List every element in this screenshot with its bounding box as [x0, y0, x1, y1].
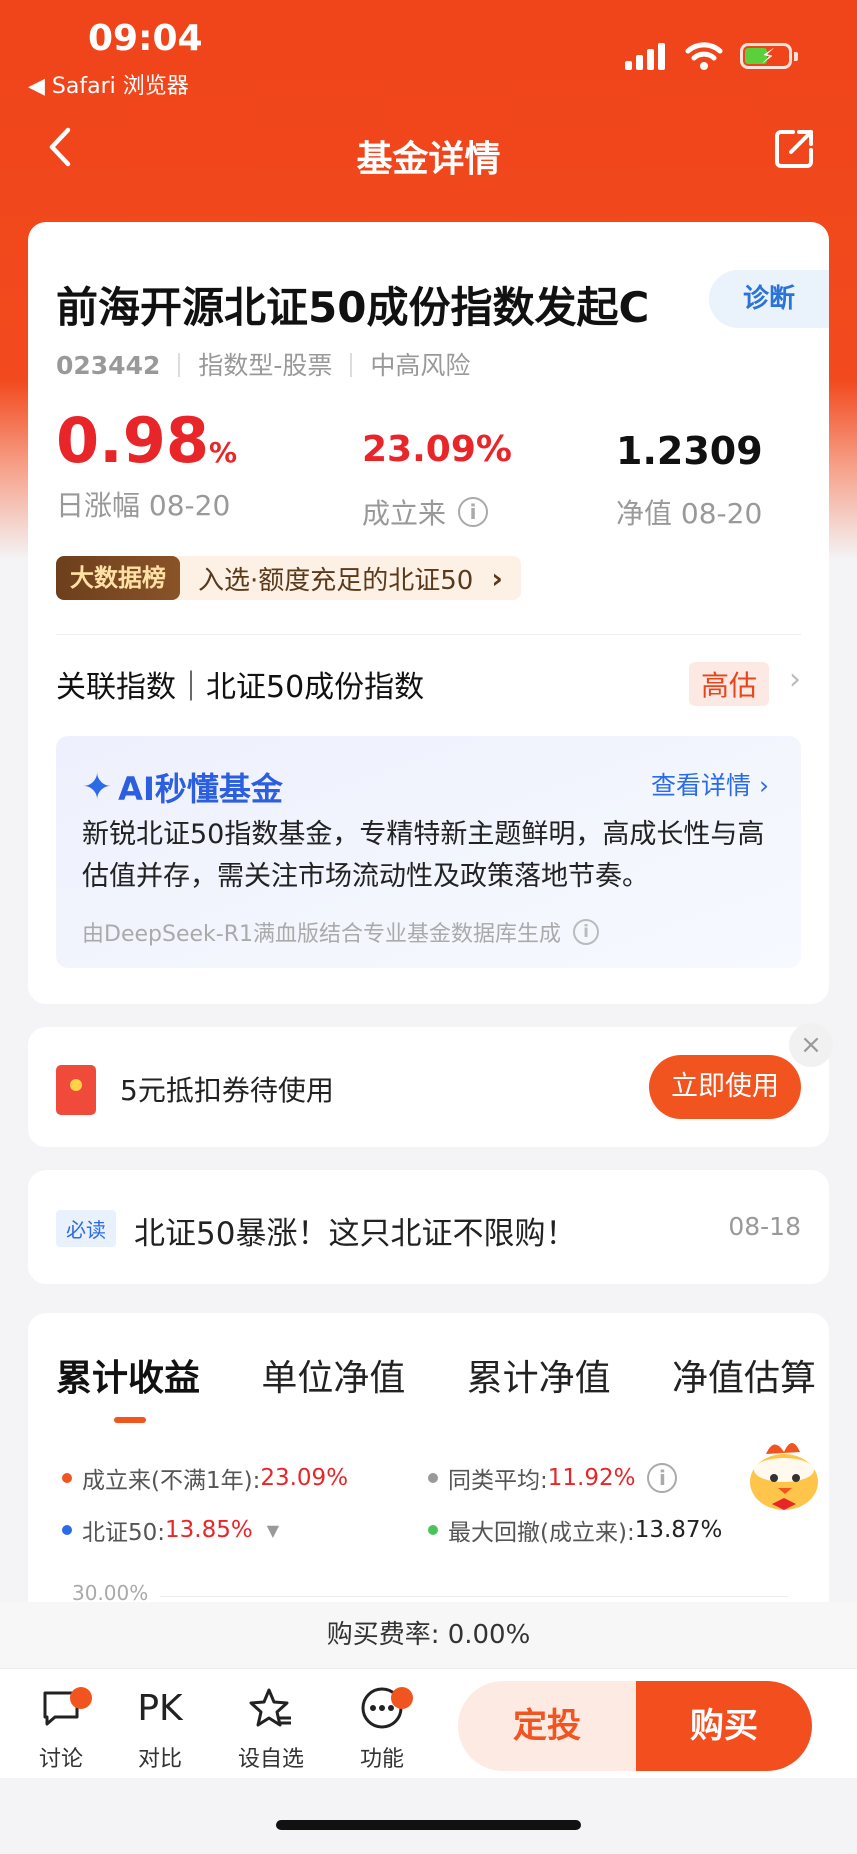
diagnose-button[interactable]: 诊断: [709, 270, 829, 328]
red-packet-icon: [56, 1065, 96, 1115]
legend-peer-label: 同类平均:: [448, 1468, 548, 1494]
tab-cumulative-nav[interactable]: 累计净值: [467, 1349, 611, 1401]
ai-footnote: 由DeepSeek-R1满血版结合专业基金数据库生成 i: [82, 916, 599, 948]
fund-risk: 中高风险: [370, 351, 471, 380]
legend-drawdown-label: 最大回撤(成立来):: [448, 1520, 635, 1546]
tab-cumulative-return[interactable]: 累计收益: [56, 1349, 200, 1423]
legend-peer: 同类平均: 11.92% i: [428, 1461, 678, 1495]
since-inception-value: 23.09%: [362, 429, 512, 470]
sparkle-icon: ✦: [82, 766, 113, 808]
status-time: 09:04: [88, 18, 203, 59]
fund-summary-card: 前海开源北证50成份指数发起C 诊断 023442 指数型-股票 中高风险 0.98…: [28, 222, 829, 1004]
daily-change-value: 0.98: [56, 404, 209, 477]
share-icon[interactable]: [773, 126, 817, 170]
news-card[interactable]: 必读 北证50暴涨！这只北证不限购！ 08-18: [28, 1170, 829, 1284]
bottom-action-bar: 讨论 PK 对比 设自选 功能 定投 购买: [0, 1668, 857, 1778]
signal-icon: [625, 42, 667, 70]
info-icon[interactable]: i: [572, 919, 599, 945]
since-inception-label: 成立来: [362, 497, 447, 530]
ai-summary-box: ✦ AI秒懂基金 查看详情 › 新锐北证50指数基金，专精特新主题鲜明，高成长性与…: [56, 736, 801, 968]
legend-dot: [428, 1473, 438, 1483]
pk-icon: PK: [137, 1687, 183, 1729]
info-icon[interactable]: i: [647, 1463, 678, 1493]
fund-type: 指数型-股票: [198, 351, 333, 380]
tab-unit-nav[interactable]: 单位净值: [261, 1349, 405, 1401]
ai-title: ✦ AI秒懂基金: [82, 764, 283, 810]
legend-fund-value: 23.09%: [260, 1465, 349, 1491]
legend-drawdown: 最大回撤(成立来): 13.87%: [428, 1513, 722, 1547]
buy-button[interactable]: 购买: [636, 1681, 812, 1771]
ai-view-details-link[interactable]: 查看详情 ›: [651, 766, 769, 802]
compare-label: 对比: [137, 1747, 182, 1772]
legend-index[interactable]: 北证50: 13.85% ▼: [62, 1513, 279, 1547]
nav-label: 净值 08-20: [616, 497, 763, 530]
legend-dot: [428, 1525, 438, 1535]
watchlist-label: 设自选: [237, 1747, 304, 1772]
page-title: 基金详情: [356, 139, 501, 180]
tab-nav-estimate[interactable]: 净值估算: [672, 1349, 816, 1401]
big-data-text: 入选·额度充足的北证50: [198, 565, 474, 596]
coupon-text: 5元抵扣券待使用: [120, 1074, 334, 1107]
daily-change-label: 日涨幅 08-20: [56, 489, 231, 522]
functions-button[interactable]: 功能: [337, 1683, 427, 1773]
news-date: 08-18: [728, 1212, 801, 1241]
notification-dot: [70, 1687, 92, 1709]
legend-peer-value: 11.92%: [547, 1465, 636, 1491]
fund-meta: 023442 指数型-股票 中高风险: [56, 346, 470, 382]
daily-change-unit: %: [208, 436, 238, 469]
status-bar: 09:04 ◀ Safari 浏览器 ⚡: [0, 0, 857, 100]
nav-stat: 1.2309 净值 08-20: [616, 432, 763, 532]
legend-index-value: 13.85%: [165, 1517, 253, 1543]
back-to-safari-link[interactable]: ◀ Safari 浏览器: [28, 68, 189, 100]
ai-footnote-text: 由DeepSeek-R1满血版结合专业基金数据库生成: [82, 922, 561, 947]
close-icon[interactable]: ×: [789, 1023, 833, 1067]
auto-invest-button[interactable]: 定投: [458, 1681, 636, 1771]
chart-gridline: [160, 1596, 788, 1597]
chevron-right-icon[interactable]: ›: [789, 662, 801, 697]
ai-summary-text: 新锐北证50指数基金，专精特新主题鲜明，高成长性与高估值并存，需关注市场流动性及…: [82, 819, 765, 892]
news-title[interactable]: 北证50暴涨！这只北证不限购！: [134, 1208, 576, 1253]
wifi-icon: [685, 42, 723, 70]
fund-name: 前海开源北证50成份指数发起C: [56, 283, 650, 332]
info-icon[interactable]: i: [458, 497, 489, 527]
functions-label: 功能: [359, 1747, 404, 1772]
add-watchlist-button[interactable]: 设自选: [226, 1683, 316, 1773]
legend-index-label: 北证50:: [82, 1520, 166, 1546]
legend-dot: [62, 1473, 72, 1483]
caret-down-icon[interactable]: ▼: [267, 1521, 279, 1540]
compare-button[interactable]: PK 对比: [115, 1683, 205, 1773]
purchase-fee-bar: 购买费率: 0.00%: [0, 1602, 857, 1668]
legend-fund: 成立来(不满1年): 23.09%: [62, 1461, 348, 1495]
nav-value: 1.2309: [616, 429, 763, 473]
discuss-label: 讨论: [38, 1747, 83, 1772]
big-data-ranking-banner[interactable]: 大数据榜 入选·额度充足的北证50 ›: [56, 556, 521, 600]
navigation-bar: 基金详情: [0, 110, 857, 190]
daily-change-stat: 0.98% 日涨幅 08-20: [56, 410, 237, 524]
since-inception-stat: 23.09% 成立来 i: [362, 432, 512, 532]
battery-icon: ⚡: [740, 43, 798, 69]
performance-chart-card: 累计收益 单位净值 累计净值 净值估算 成立来(不满1年): 23.09% 同类平…: [28, 1313, 829, 1613]
chevron-right-icon: ›: [491, 561, 503, 595]
chart-tabs: 累计收益 单位净值 累计净值 净值估算: [56, 1349, 816, 1423]
notification-dot: [391, 1687, 413, 1709]
fund-code: 023442: [56, 351, 161, 380]
divider: [56, 634, 801, 635]
use-coupon-button[interactable]: 立即使用: [649, 1055, 801, 1119]
home-indicator: [276, 1820, 581, 1830]
star-icon: [249, 1688, 291, 1727]
big-data-tag: 大数据榜: [56, 556, 180, 600]
coupon-card: 5元抵扣券待使用 立即使用 ×: [28, 1023, 833, 1147]
legend-dot: [62, 1525, 72, 1535]
ai-title-text: AI秒懂基金: [118, 770, 283, 808]
valuation-badge: 高估: [688, 662, 769, 706]
discuss-button[interactable]: 讨论: [16, 1683, 106, 1773]
legend-fund-label: 成立来(不满1年):: [82, 1468, 261, 1494]
mascot-icon[interactable]: [744, 1432, 830, 1516]
must-read-badge: 必读: [56, 1210, 116, 1247]
related-index-link[interactable]: 关联指数｜北证50成份指数: [56, 662, 424, 706]
legend-drawdown-value: 13.87%: [634, 1517, 723, 1543]
